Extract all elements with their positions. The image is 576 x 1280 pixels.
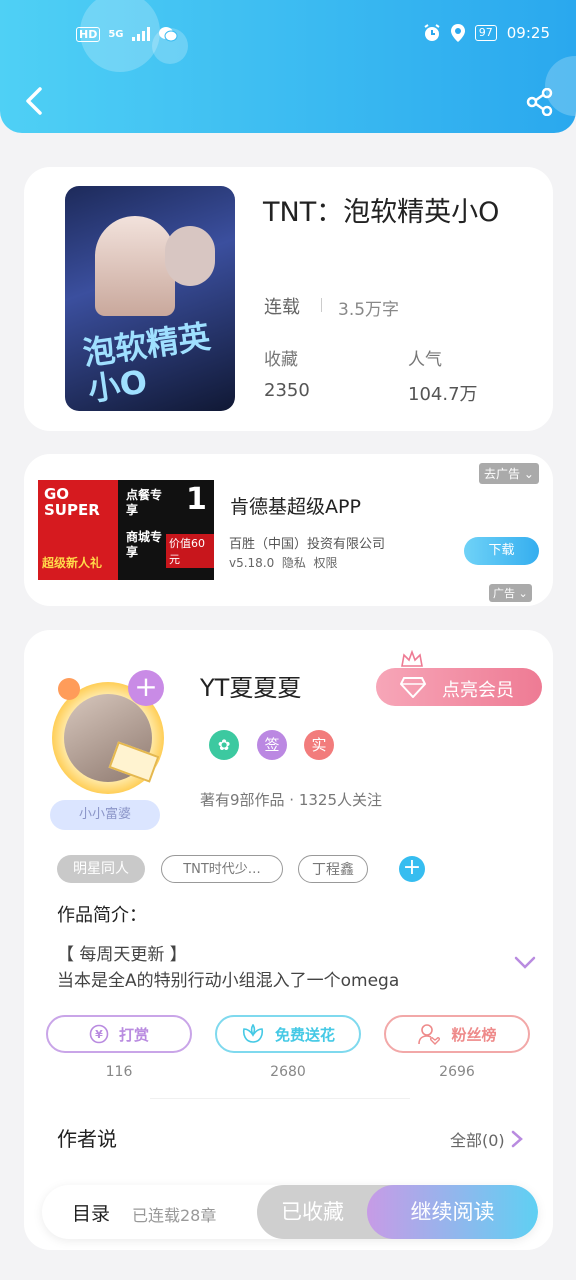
- fav-label: 收藏: [264, 350, 298, 370]
- alarm-icon: [424, 24, 440, 41]
- location-icon: [450, 24, 465, 42]
- ad-image-text: 点餐专享: [126, 488, 163, 517]
- reward-count: 116: [105, 1064, 133, 1080]
- author-says-label: 作者说: [57, 1127, 117, 1151]
- reward-button[interactable]: ¥ 打赏: [46, 1015, 192, 1053]
- intro-line-1: 【 每周天更新 】: [57, 945, 187, 965]
- status-bar: HD 5G 97 09:25: [0, 22, 576, 50]
- share-icon[interactable]: [526, 88, 554, 116]
- network-indicator: 5G: [108, 28, 124, 40]
- wechat-icon: [158, 27, 178, 42]
- signal-icon: [131, 27, 150, 41]
- author-says-all-link[interactable]: 全部(0): [450, 1127, 523, 1151]
- intro-label: 作品简介：: [57, 905, 147, 926]
- remove-ad-button[interactable]: 去广告 ⌄: [479, 463, 539, 484]
- divider: [150, 1098, 410, 1099]
- download-button[interactable]: 下载: [464, 537, 539, 565]
- flower-count: 2680: [270, 1064, 306, 1080]
- ad-image-text: 商城专享: [126, 530, 163, 559]
- send-flower-button[interactable]: 免费送花: [215, 1015, 361, 1053]
- flower-icon: [242, 1024, 264, 1043]
- avatar-decor-heart: [58, 678, 80, 700]
- fav-value: 2350: [264, 380, 310, 401]
- crown-icon: [401, 650, 423, 667]
- reward-label: 打赏: [118, 1025, 149, 1044]
- chapter-count: 已连载28章: [132, 1206, 217, 1225]
- bottom-action-bar: 目录 已连载28章 已收藏 继续阅读: [42, 1185, 538, 1239]
- ad-company: 百胜（中国）投资有限公司: [229, 537, 386, 552]
- author-name[interactable]: YT夏夏夏: [200, 668, 301, 703]
- book-cover[interactable]: 泡软精英小O: [65, 186, 235, 411]
- cover-figure: [165, 226, 215, 286]
- popularity-value: 104.7万: [408, 384, 478, 405]
- ad-image-text: 1: [186, 482, 207, 517]
- send-flower-label: 免费送花: [274, 1025, 335, 1044]
- ad-image[interactable]: GO SUPER 超级新人礼 点餐专享 商城专享 1 价值60元: [38, 480, 214, 580]
- popularity-label: 人气: [408, 350, 442, 370]
- battery-indicator: 97: [474, 25, 497, 41]
- book-title: TNT：泡软精英小O: [263, 197, 500, 228]
- vip-button-label: 点亮会员: [442, 680, 514, 701]
- expand-chevron-icon[interactable]: [514, 956, 536, 970]
- cover-figure: [95, 216, 175, 316]
- add-tag-button[interactable]: +: [399, 856, 425, 882]
- svg-text:¥: ¥: [95, 1028, 103, 1041]
- fan-rank-count: 2696: [439, 1064, 475, 1080]
- author-says-all-label: 全部(0): [450, 1131, 505, 1150]
- app-header: HD 5G 97 09:25: [0, 0, 576, 133]
- fan-rank-label: 粉丝榜: [451, 1025, 497, 1044]
- continue-reading-button[interactable]: 继续阅读: [367, 1185, 538, 1239]
- chevron-right-icon: [511, 1130, 523, 1148]
- fan-user-icon: [418, 1024, 441, 1045]
- clock: 09:25: [506, 24, 550, 42]
- ad-title: 肯德基超级APP: [230, 496, 361, 518]
- cover-text: 泡软精英小O: [80, 317, 213, 409]
- author-nameplate: 小小富婆: [50, 800, 160, 830]
- ad-image-text: 价值60元: [166, 534, 214, 568]
- tag-chip[interactable]: TNT时代少…: [161, 855, 283, 883]
- toc-button[interactable]: 目录: [72, 1199, 110, 1226]
- vip-button[interactable]: 点亮会员: [376, 650, 542, 706]
- meta-divider: [321, 298, 322, 312]
- tag-chip[interactable]: 丁程鑫: [298, 855, 368, 883]
- author-stats: 著有9部作品 · 1325人关注: [200, 791, 383, 809]
- sign-badge[interactable]: 签: [257, 730, 287, 760]
- fan-rank-button[interactable]: 粉丝榜: [384, 1015, 530, 1053]
- yen-coin-icon: ¥: [89, 1024, 109, 1044]
- back-icon[interactable]: [22, 86, 50, 116]
- follow-plus-button[interactable]: +: [128, 670, 164, 706]
- ad-image-text: GO SUPER: [44, 485, 100, 519]
- intro-line-2: 当本是全A的特别行动小组混入了一个omega: [57, 971, 400, 991]
- ad-image-text: 超级新人礼: [42, 556, 103, 570]
- tag-chip[interactable]: 明星同人: [57, 855, 145, 883]
- ad-tag[interactable]: 广告 ⌄: [489, 584, 532, 602]
- level-badge-icon[interactable]: ✿: [209, 730, 239, 760]
- hd-indicator: HD: [76, 26, 101, 42]
- real-name-badge[interactable]: 实: [304, 730, 334, 760]
- diamond-icon: [400, 677, 426, 698]
- book-status: 连载: [264, 297, 300, 318]
- ad-meta[interactable]: v5.18.0 隐私 权限: [229, 554, 338, 571]
- word-count: 3.5万字: [338, 300, 400, 320]
